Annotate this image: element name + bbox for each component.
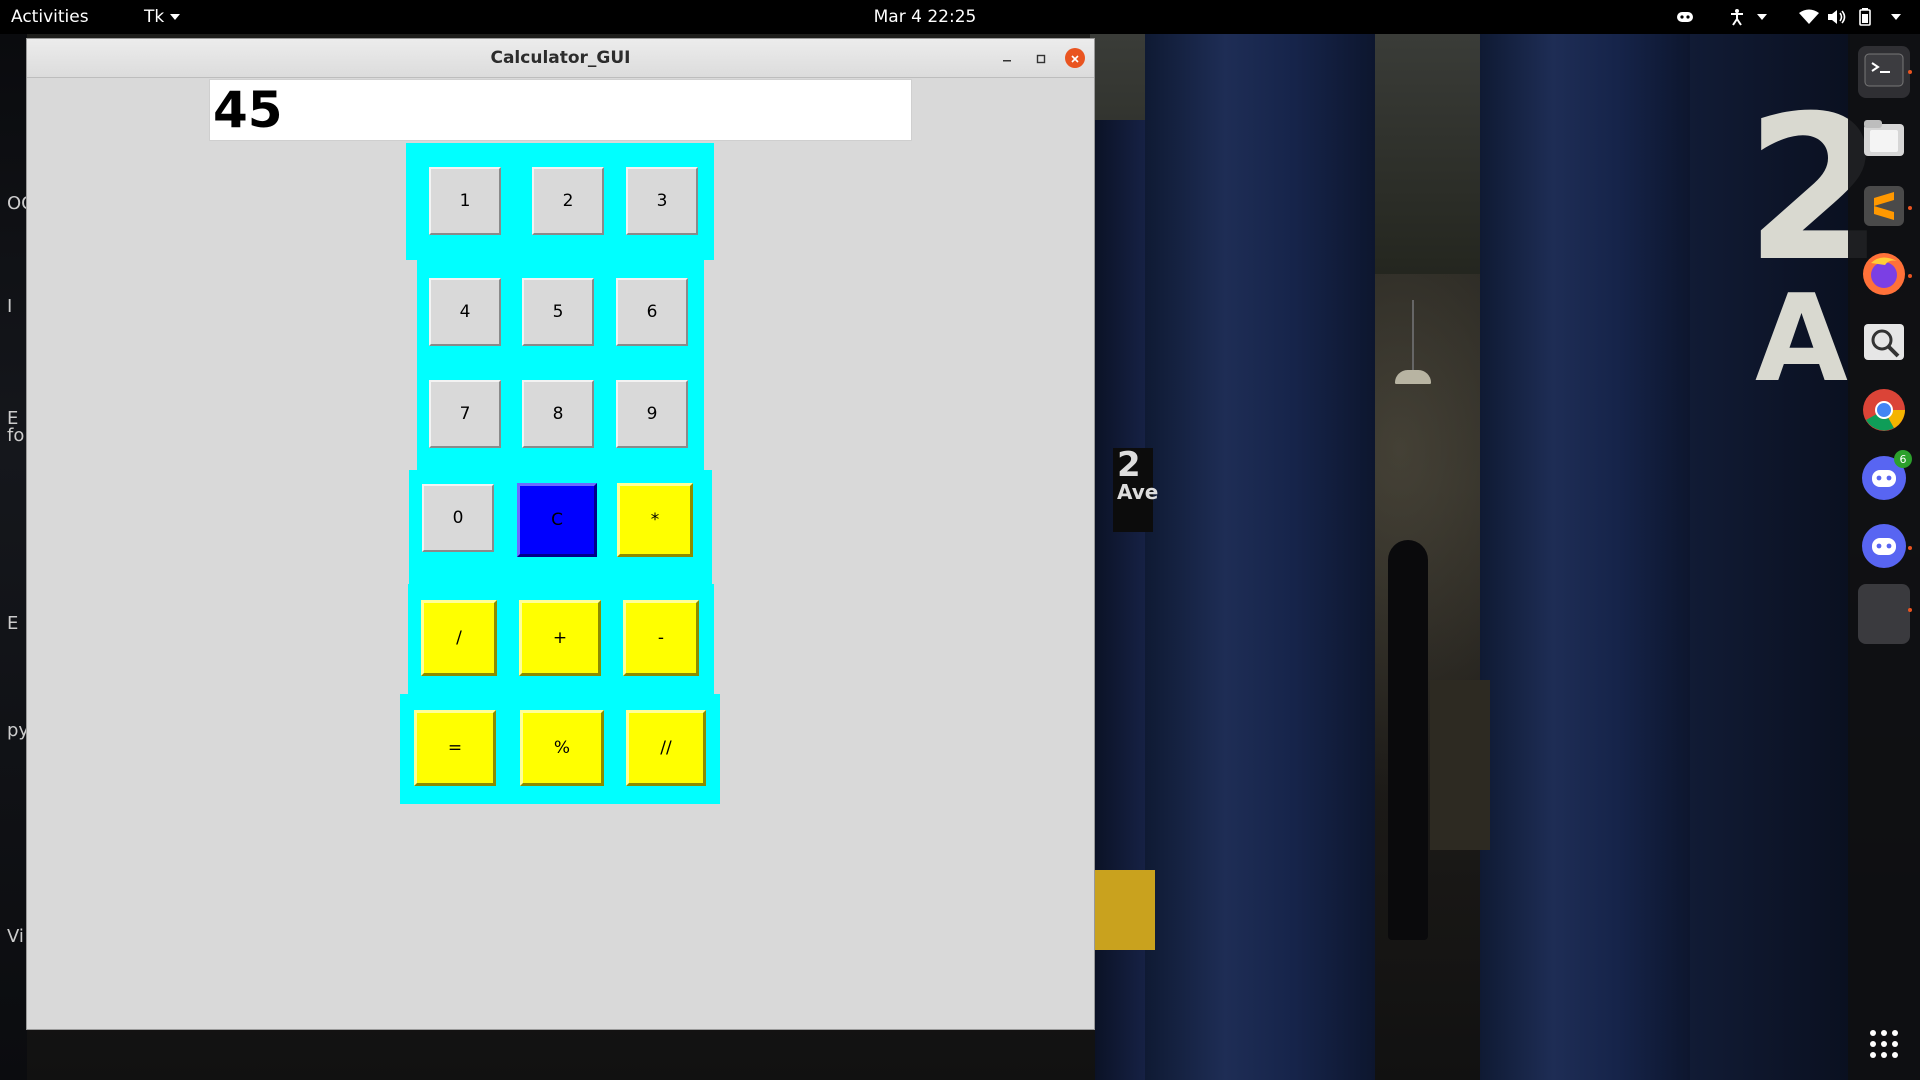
wallpaper-platform [1430,680,1490,850]
top-bar: Activities Tk Mar 4 22:25 [0,0,1920,34]
calculator-window: Calculator_GUI 45 1 2 3 4 5 6 7 8 9 0 C … [27,39,1094,1029]
wallpaper-person [1388,540,1428,940]
digit-5-button[interactable]: 5 [522,278,594,346]
terminal-icon [1864,53,1904,91]
background-window-text: E [7,613,19,634]
wallpaper-pillar [1145,34,1375,1080]
dock-discord[interactable]: 6 [1858,450,1912,506]
digit-8-button[interactable]: 8 [522,380,594,448]
floor-divide-button[interactable]: // [626,710,706,786]
multiply-button[interactable]: * [617,483,693,557]
wallpaper-sign-number: 2 [1117,445,1141,485]
dock-active-app[interactable] [1858,584,1912,644]
accessibility-icon[interactable] [1726,6,1748,28]
modulo-button[interactable]: % [520,710,604,786]
digit-4-button[interactable]: 4 [429,278,501,346]
background-window-text: fo [7,425,25,446]
dock: 6 [1848,34,1920,1080]
notification-badge: 6 [1894,450,1912,468]
dock-chrome[interactable] [1858,386,1910,438]
wallpaper-station-letter: A [1755,270,1848,409]
clock[interactable]: Mar 4 22:25 [0,7,1850,27]
digit-0-button[interactable]: 0 [422,484,494,552]
app-grid-icon [1869,1029,1899,1063]
button-row-2: 4 5 6 [417,260,704,369]
dock-discord[interactable] [1858,522,1912,574]
divide-button[interactable]: / [421,600,497,676]
button-row-1: 1 2 3 [406,143,714,260]
show-applications-button[interactable] [1858,1020,1910,1072]
digit-6-button[interactable]: 6 [616,278,688,346]
minimize-icon [1002,49,1012,68]
network-wifi-icon[interactable] [1798,6,1820,28]
wallpaper-pillar [1480,34,1690,1080]
dock-terminal[interactable] [1858,46,1912,98]
wallpaper-platform-edge [1095,870,1155,950]
chrome-icon [1861,387,1907,437]
background-window-text: I [7,296,13,317]
window-titlebar[interactable]: Calculator_GUI [27,39,1094,78]
volume-icon[interactable] [1826,6,1848,28]
button-row-4: 0 C * [409,470,712,584]
display-value: 45 [213,81,283,139]
digit-3-button[interactable]: 3 [626,167,698,235]
digit-1-button[interactable]: 1 [429,167,501,235]
window-title: Calculator_GUI [490,48,631,68]
dock-files[interactable] [1858,114,1910,166]
digit-2-button[interactable]: 2 [532,167,604,235]
discord-icon [1861,523,1907,573]
digit-7-button[interactable]: 7 [429,380,501,448]
equals-button[interactable]: = [414,710,496,786]
digit-9-button[interactable]: 9 [616,380,688,448]
maximize-button[interactable] [1031,48,1051,68]
wallpaper-lamp [1395,300,1431,390]
clear-button[interactable]: C [517,483,597,557]
close-button[interactable] [1065,48,1085,68]
firefox-icon [1861,251,1907,301]
background-window-text: py [7,720,30,741]
system-menu-arrow-icon[interactable] [1882,6,1904,28]
button-row-6: = % // [400,694,720,804]
minimize-button[interactable] [997,48,1017,68]
plus-button[interactable]: + [519,600,601,676]
close-icon [1070,49,1080,68]
chevron-down-icon[interactable] [1748,6,1770,28]
system-tray[interactable] [1674,0,1904,34]
sublime-text-icon [1862,184,1906,232]
button-row-5: / + - [408,584,714,694]
dock-firefox[interactable] [1858,250,1912,302]
background-window-edge [0,34,27,1080]
button-row-3: 7 8 9 [417,369,704,470]
files-icon [1862,118,1906,162]
wallpaper-sign-text: Ave [1117,480,1159,504]
minus-button[interactable]: - [623,600,699,676]
image-viewer-icon [1862,322,1906,366]
dock-image-viewer[interactable] [1858,318,1910,370]
battery-icon[interactable] [1854,6,1876,28]
discord-tray-icon[interactable] [1674,6,1696,28]
wallpaper-station-sign: 2 Ave [1113,445,1159,532]
dock-sublime-text[interactable] [1858,182,1912,234]
result-display[interactable]: 45 [209,79,912,141]
background-window-text: Vi [7,926,24,947]
maximize-icon [1036,49,1046,68]
